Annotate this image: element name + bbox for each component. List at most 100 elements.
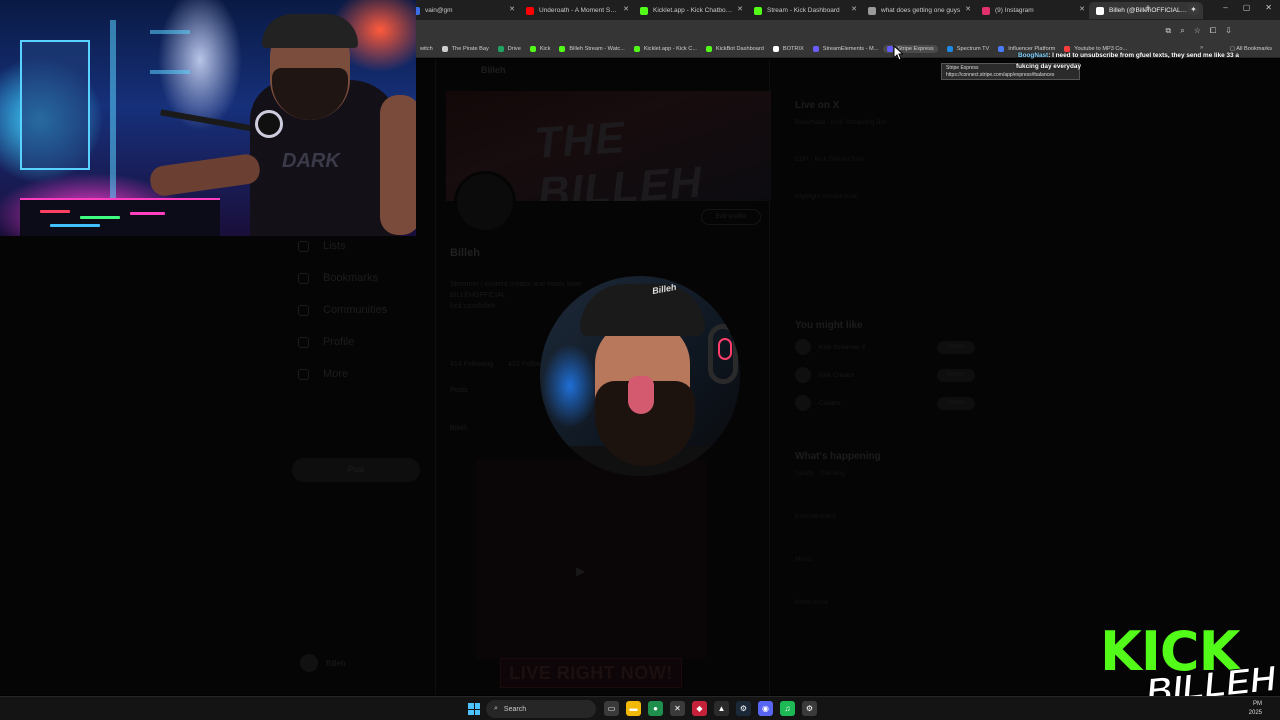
- suggestion-name[interactable]: Creator: [819, 400, 937, 407]
- avatar[interactable]: [795, 367, 811, 383]
- minimize-button[interactable]: –: [1223, 3, 1227, 12]
- x-nav-item[interactable]: Profile: [298, 326, 418, 358]
- file-explorer-icon[interactable]: ▬: [626, 701, 641, 716]
- streamer-avatar-image: Billeh: [540, 276, 740, 476]
- tab-favicon-icon: [982, 6, 990, 15]
- suggestion-name[interactable]: Kick Streamer X: [819, 344, 937, 351]
- follow-button[interactable]: Follow: [937, 368, 975, 382]
- bookmark-label: Drive: [507, 46, 521, 52]
- trend-item[interactable]: Entertainment: [795, 513, 975, 520]
- browser-tab[interactable]: Kicklet.app - Kick Chatbot an ✕: [633, 2, 747, 19]
- live-item[interactable]: Highlight Stream Kick: [795, 193, 975, 200]
- copilot-icon[interactable]: ✦: [1188, 4, 1199, 15]
- downloads-icon[interactable]: ⇩: [1225, 26, 1232, 36]
- maximize-button[interactable]: ▢: [1243, 3, 1251, 12]
- task-view-icon[interactable]: ▭: [604, 701, 619, 716]
- bookmark-item[interactable]: Drive: [497, 45, 521, 53]
- tab-title: Kicklet.app - Kick Chatbot an: [653, 7, 733, 14]
- x-nav-item[interactable]: Communities: [298, 294, 418, 326]
- tab-favicon-icon: [640, 6, 648, 15]
- bookmark-item[interactable]: KickBot Dashboard: [706, 45, 764, 53]
- browser-tab[interactable]: vain@gm ✕: [405, 2, 519, 19]
- streamer-cap: [262, 14, 358, 48]
- browser-tab[interactable]: (9) Instagram ✕: [975, 2, 1089, 19]
- more-bookmarks-icon[interactable]: »: [1200, 45, 1203, 51]
- x-account-switcher[interactable]: Billeh: [300, 654, 346, 672]
- browser-tab[interactable]: Underoath - A Moment Susp ✕: [519, 2, 633, 19]
- bookmark-favicon-icon: [441, 46, 448, 52]
- play-icon[interactable]: ▶: [576, 564, 585, 578]
- zoom-icon[interactable]: ⌕: [1180, 26, 1184, 36]
- profile-header-name: Billeh: [481, 65, 506, 75]
- tab-posts[interactable]: Posts: [450, 387, 468, 394]
- bookmark-favicon-icon: [633, 46, 640, 52]
- bookmark-item[interactable]: StreamElements - M...: [812, 45, 878, 53]
- close-window-button[interactable]: ✕: [1265, 3, 1272, 12]
- settings-icon[interactable]: ⚙: [802, 701, 817, 716]
- bookmark-item[interactable]: Stripe Express: [883, 45, 938, 53]
- tab-close-icon[interactable]: ✕: [851, 5, 857, 13]
- chat-text: I need to unsubscribe from gfuel texts, …: [1052, 52, 1239, 59]
- tab-close-icon[interactable]: ✕: [965, 5, 971, 13]
- install-app-icon[interactable]: ⧉: [1166, 26, 1172, 36]
- windows-start-icon[interactable]: [468, 703, 480, 715]
- taskbar-clock[interactable]: PM 2025: [1249, 700, 1262, 718]
- tab-favicon-icon: [754, 6, 762, 15]
- steam-icon[interactable]: ⚙: [736, 701, 751, 716]
- browser-tab[interactable]: what does getting one guys ✕: [861, 2, 975, 19]
- led-shelf: [150, 30, 190, 34]
- headset-led-ring: [718, 338, 732, 360]
- avatar[interactable]: [795, 339, 811, 355]
- extensions-icon[interactable]: ⧠: [1210, 26, 1216, 36]
- live-item[interactable]: Brawlhalla - Kick Streaming Bro: [795, 119, 975, 126]
- x-nav-item[interactable]: Bookmarks: [298, 262, 418, 294]
- app-red-icon[interactable]: ◆: [692, 701, 707, 716]
- taskbar-search-input[interactable]: ⌕ Search: [486, 700, 596, 718]
- trend-item[interactable]: Show more: [795, 599, 975, 606]
- tab-close-icon[interactable]: ✕: [737, 5, 743, 13]
- follow-button[interactable]: Follow: [937, 396, 975, 410]
- x-post-button[interactable]: Post: [292, 458, 420, 482]
- mic-arm: [160, 109, 260, 133]
- suggestion-name[interactable]: Kick Creator: [819, 372, 937, 379]
- bookmark-item[interactable]: BOTRIX: [772, 45, 804, 53]
- cap-logo-text: Billeh: [651, 281, 678, 297]
- trend-item[interactable]: Music: [795, 556, 975, 563]
- live-item[interactable]: EDR - Kick Stream Solo: [795, 156, 975, 163]
- tab-close-icon[interactable]: ✕: [509, 5, 515, 13]
- bio-link[interactable]: kick.com/billeh: [450, 303, 496, 310]
- taskbar-apps: ▭ ▬ ● ✕ ◆ ▲ ⚙ ◉ ♫ ⚙: [604, 701, 817, 716]
- chrome-icon[interactable]: ●: [648, 701, 663, 716]
- trend-item[interactable]: Sports · Trending: [795, 470, 975, 477]
- pc-case: [20, 40, 90, 170]
- bookmark-item[interactable]: Spectrum TV: [946, 45, 989, 53]
- bookmark-item[interactable]: Billeh Stream - Watc...: [559, 45, 625, 53]
- microphone: [255, 110, 283, 138]
- app-dark-icon[interactable]: ▲: [714, 701, 729, 716]
- post-video[interactable]: [476, 459, 706, 659]
- bookmark-item[interactable]: The Pirate Bay: [441, 45, 489, 53]
- pinned-post[interactable]: Billeh: [450, 425, 467, 432]
- bookmark-star-icon[interactable]: ☆: [1194, 26, 1201, 36]
- tab-favicon-icon: [868, 6, 876, 15]
- edit-profile-button[interactable]: Edit profile: [701, 209, 761, 225]
- x-nav-item[interactable]: More: [298, 358, 418, 390]
- bookmark-favicon-icon: [497, 46, 504, 52]
- follow-button[interactable]: Follow: [937, 340, 975, 354]
- avatar-tongue: [628, 376, 654, 414]
- live-right-now-banner: LIVE RIGHT NOW!: [500, 658, 682, 688]
- tab-close-icon[interactable]: ✕: [623, 5, 629, 13]
- following-count[interactable]: 414 Following: [450, 361, 493, 368]
- profile-avatar[interactable]: [454, 171, 516, 233]
- follow-suggestion: Creator Follow: [795, 395, 975, 411]
- bookmark-item[interactable]: Kick: [529, 45, 550, 53]
- spotify-icon[interactable]: ♫: [780, 701, 795, 716]
- tab-close-icon[interactable]: ✕: [1079, 5, 1085, 13]
- new-tab-button[interactable]: +: [1145, 3, 1151, 14]
- app-x-icon[interactable]: ✕: [670, 701, 685, 716]
- browser-tab[interactable]: Stream - Kick Dashboard ✕: [747, 2, 861, 19]
- avatar[interactable]: [795, 395, 811, 411]
- nav-icon: [298, 240, 309, 252]
- discord-icon[interactable]: ◉: [758, 701, 773, 716]
- bookmark-item[interactable]: Kicklet.app - Kick C...: [633, 45, 697, 53]
